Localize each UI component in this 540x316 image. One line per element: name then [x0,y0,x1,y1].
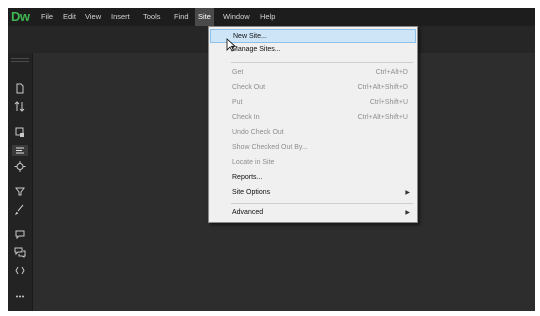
menu-window[interactable]: Window [220,8,253,26]
transfer-icon[interactable] [12,101,28,112]
toolbar-divider [11,61,29,62]
tag-icon[interactable] [12,265,28,276]
submenu-arrow-icon: ▶ [405,210,410,216]
menu-item-label: Check Out [232,84,266,91]
menu-item-label: Show Checked Out By... [232,144,308,151]
comment-icon[interactable] [12,229,28,240]
comments-icon[interactable] [12,247,28,258]
menu-separator [231,62,413,63]
menu-edit[interactable]: Edit [60,8,79,26]
code-lines-icon[interactable] [12,145,28,156]
menu-separator [231,203,413,204]
toolbar-divider [11,58,29,59]
menu-item-show-checked-out-by: Show Checked Out By... [210,141,416,155]
menu-file[interactable]: File [38,8,56,26]
menu-item-label: Check In [232,114,260,121]
menu-item-get: Get Ctrl+Alt+D [210,66,416,80]
menu-item-shortcut: Ctrl+Alt+Shift+D [357,84,408,91]
menu-item-label: Advanced [232,209,264,216]
filter-icon[interactable] [12,186,28,197]
menu-item-label: Manage Sites... [232,46,281,53]
menu-bar: Dw File Edit View Insert Tools Find Site… [8,8,535,26]
menu-item-manage-sites[interactable]: Manage Sites... [210,43,416,57]
menu-item-put: Put Ctrl+Shift+U [210,96,416,110]
menu-item-label: Site Options [232,189,271,196]
document-icon[interactable] [12,83,28,94]
brush-icon[interactable] [12,204,28,216]
left-toolbar [8,53,32,311]
menu-site[interactable]: Site [195,8,214,26]
target-icon[interactable] [12,161,28,172]
menu-item-label: Put [232,99,243,106]
menu-help[interactable]: Help [257,8,278,26]
menu-item-reports[interactable]: Reports... [210,171,416,185]
insert-panel-icon[interactable] [12,127,28,138]
menu-item-new-site[interactable]: New Site... [210,29,416,43]
menu-item-advanced[interactable]: Advanced ▶ [210,206,416,220]
menu-item-site-options[interactable]: Site Options ▶ [210,186,416,200]
menu-insert[interactable]: Insert [108,8,133,26]
more-icon[interactable] [12,291,28,302]
menu-item-undo-check-out: Undo Check Out [210,126,416,140]
menu-item-shortcut: Ctrl+Alt+D [375,69,408,76]
submenu-arrow-icon: ▶ [405,190,410,196]
dreamweaver-logo: Dw [11,9,30,24]
menu-item-check-in: Check In Ctrl+Alt+Shift+U [210,111,416,125]
menu-item-label: Locate in Site [232,159,275,166]
menu-item-shortcut: Ctrl+Alt+Shift+U [357,114,408,121]
menu-tools[interactable]: Tools [140,8,164,26]
menu-item-shortcut: Ctrl+Shift+U [369,99,408,106]
menu-item-label: New Site... [233,33,267,40]
menu-view[interactable]: View [82,8,104,26]
menu-item-label: Undo Check Out [232,129,284,136]
menu-find[interactable]: Find [171,8,192,26]
site-menu-dropdown: New Site... Manage Sites... Get Ctrl+Alt… [208,26,418,223]
dreamweaver-window: Dw File Edit View Insert Tools Find Site… [8,8,535,311]
menu-item-label: Reports... [232,174,263,181]
menu-item-check-out: Check Out Ctrl+Alt+Shift+D [210,81,416,95]
menu-item-label: Get [232,69,244,76]
menu-item-locate-in-site: Locate in Site [210,156,416,170]
